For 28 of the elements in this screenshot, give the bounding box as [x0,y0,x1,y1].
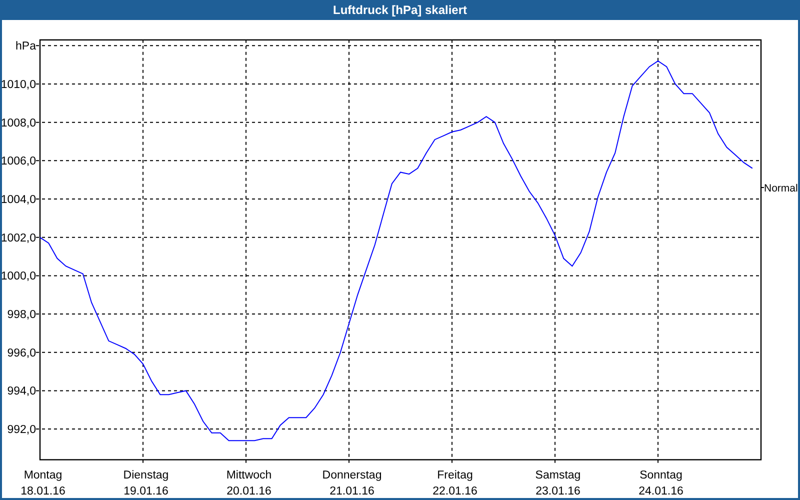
y-axis-label: 1010,0 [2,79,36,91]
y-axis-label: 1000,0 [2,270,36,283]
x-axis-date: 24.01.16 [638,486,684,498]
x-axis-label: Sonntag [640,470,682,482]
x-axis-date: 19.01.16 [124,486,168,498]
annotation-label: Normal [764,182,798,195]
x-axis-label: Montag [24,470,62,482]
y-axis-label: 1006,0 [2,156,36,168]
x-axis-date: 22.01.16 [432,486,478,498]
y-axis-label: 1002,0 [2,232,36,244]
x-axis-label: Dienstag [123,470,169,482]
x-axis-label: Freitag [437,470,473,482]
y-axis-label: 996,0 [7,347,36,360]
y-axis-label: 1004,0 [2,194,36,206]
y-axis-label: 1008,0 [2,117,36,130]
x-axis-date: 18.01.16 [20,486,66,498]
x-axis-date: 23.01.16 [536,486,580,498]
x-axis-date: 20.01.16 [226,486,272,498]
x-axis-label: Samstag [535,470,581,482]
marker-tick [760,187,764,188]
x-axis-date: 21.01.16 [330,486,374,498]
y-axis-label: 998,0 [7,309,36,322]
x-axis-label: Donnerstag [322,470,382,482]
x-axis-label: Mittwoch [226,470,272,482]
y-axis-label: 994,0 [7,386,36,398]
y-axis-label: 992,0 [7,424,36,436]
window-title: Luftdruck [hPa] skaliert [0,0,800,20]
y-axis-label: hPa [16,40,36,53]
